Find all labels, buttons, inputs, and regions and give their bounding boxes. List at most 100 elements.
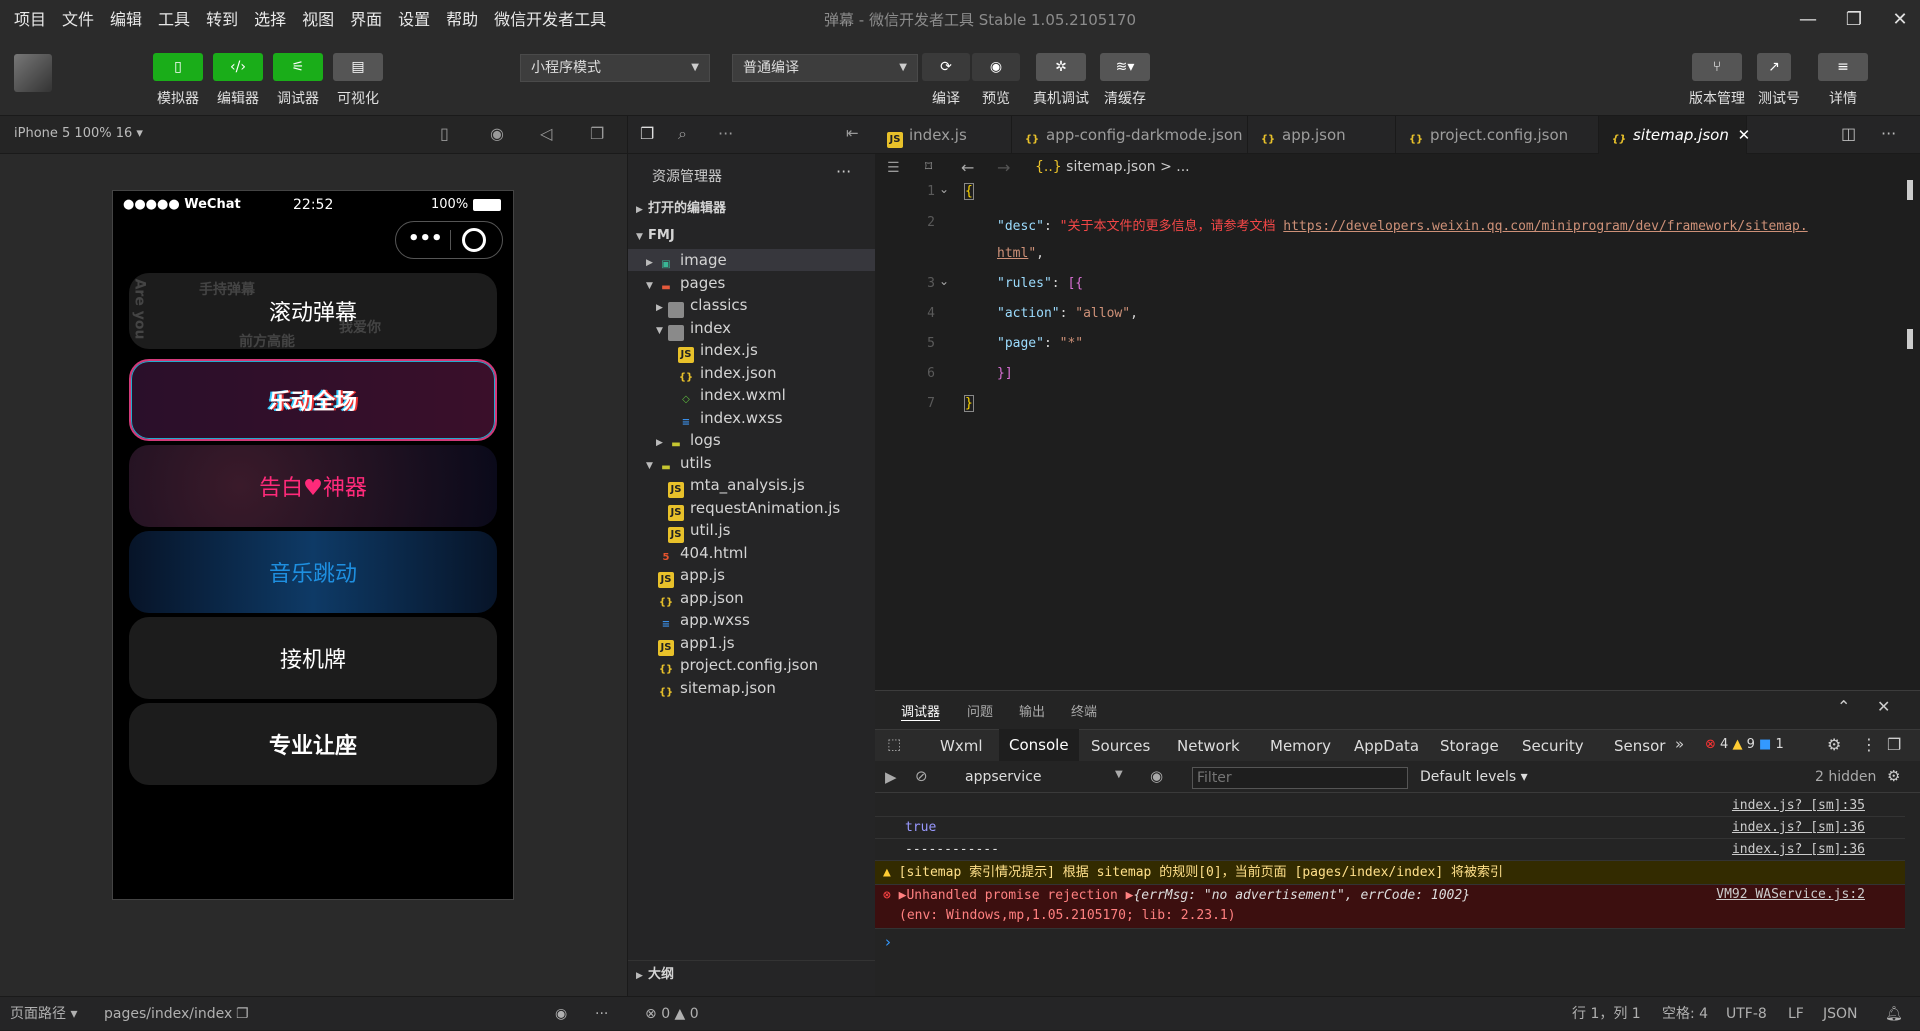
split-editor-icon[interactable]: ◫ (1841, 124, 1856, 143)
tab-terminal[interactable]: 终端 (1071, 701, 1097, 720)
card-pickup-sign[interactable]: 接机牌 (129, 617, 497, 699)
tab-app-json[interactable]: {} app.json (1248, 116, 1396, 154)
more-icon[interactable]: ••• (408, 228, 443, 249)
outline-section[interactable]: ▶ 大纲 (628, 960, 876, 987)
more-panels-icon[interactable]: » (1675, 735, 1684, 753)
simulator-toggle-button[interactable]: ▯ (153, 53, 203, 81)
compile-button[interactable]: ⟳ (922, 53, 970, 81)
close-icon[interactable]: ✕ (1877, 697, 1890, 716)
project-section[interactable]: ▼ FMJ (628, 222, 876, 249)
card-scroll-danmaku[interactable]: 手持弹幕 我爱你 前方高能 Are you 滚动弹幕 (129, 273, 497, 349)
panel-sources[interactable]: Sources (1081, 731, 1160, 761)
tree-item[interactable]: JS util.js (628, 519, 876, 543)
visual-toggle-button[interactable]: ▤ (333, 53, 383, 81)
tree-item[interactable]: ▶ ▬ classics (628, 294, 876, 318)
panel-appdata[interactable]: AppData (1344, 731, 1429, 761)
more-icon[interactable]: ··· (718, 124, 733, 143)
close-tab-icon[interactable]: ✕ (1738, 126, 1751, 144)
console-filter-input[interactable] (1192, 767, 1408, 789)
panel-storage[interactable]: Storage (1430, 731, 1509, 761)
tree-item[interactable]: ▼ ▬ utils (628, 452, 876, 474)
collapse-panel-icon[interactable]: ⇤ (846, 124, 859, 142)
editor-toggle-button[interactable]: ‹/› (213, 53, 263, 81)
context-select[interactable]: appservice (965, 769, 1042, 785)
tree-item[interactable]: {} project.config.json (628, 654, 876, 676)
console-settings-icon[interactable]: ⚙ (1887, 767, 1900, 785)
problems-indicator[interactable]: ⊗ 0 ▲ 0 (645, 997, 699, 1031)
menu-item[interactable]: 编辑 (102, 0, 150, 40)
tree-item[interactable]: ▼ ▬ index (628, 317, 876, 341)
tree-item[interactable]: ◇ index.wxml (628, 384, 876, 406)
card-music-beat[interactable]: 音乐跳动 (129, 531, 497, 613)
copy-icon[interactable]: ❐ (236, 997, 249, 1031)
debugger-toggle-button[interactable]: ⚟ (273, 53, 323, 81)
sidebar-toggle-icon[interactable]: ▶ (885, 768, 897, 786)
tab-project-config[interactable]: {} project.config.json (1396, 116, 1599, 154)
language-mode[interactable]: JSON (1823, 997, 1858, 1031)
clear-console-icon[interactable]: ⊘ (915, 767, 928, 785)
compile-select[interactable]: 普通编译 ▼ (732, 54, 918, 82)
cursor-position[interactable]: 行 1，列 1 (1572, 997, 1641, 1031)
phone-icon[interactable]: ▯ (440, 124, 449, 143)
tab-output[interactable]: 输出 (1019, 701, 1045, 720)
eye-icon[interactable]: ◉ (555, 997, 567, 1031)
bell-icon[interactable]: 🔔︎ (1885, 997, 1903, 1031)
back-arrow-icon[interactable]: ← (961, 158, 974, 177)
menu-item[interactable]: 界面 (342, 0, 390, 40)
code-editor[interactable]: ☰ ⌑ ← → {..} sitemap.json > ... 1 2 3 4 … (875, 154, 1920, 690)
tab-debugger[interactable]: 调试器 (901, 701, 941, 721)
tab-sitemap-json[interactable]: {} sitemap.json ✕ (1599, 116, 1750, 154)
list-icon[interactable]: ☰ (887, 160, 900, 176)
tab-index-js[interactable]: JS index.js (875, 116, 1012, 154)
tree-item[interactable]: {} index.json (628, 362, 876, 384)
test-account-button[interactable]: ↗ (1757, 53, 1791, 81)
maximize-icon[interactable]: ❐ (1831, 0, 1877, 40)
panel-console[interactable]: Console (999, 729, 1079, 761)
mode-select[interactable]: 小程序模式 ▼ (520, 54, 710, 82)
panel-sensor[interactable]: Sensor (1604, 731, 1675, 761)
breadcrumb[interactable]: {..} sitemap.json > ... (1035, 159, 1190, 175)
close-miniprogram-icon[interactable] (462, 228, 486, 252)
more-icon[interactable]: ··· (595, 997, 608, 1031)
card-music-party[interactable]: 乐动全场 (129, 359, 497, 441)
chevron-up-icon[interactable]: ⌃ (1837, 697, 1850, 716)
eol[interactable]: LF (1788, 997, 1804, 1031)
clear-cache-button[interactable]: ≋▾ (1100, 53, 1150, 81)
fold-icon[interactable]: ⌄ (939, 274, 949, 288)
windows-icon[interactable]: ❐ (590, 124, 604, 143)
menu-item[interactable]: 微信开发者工具 (486, 0, 614, 40)
tab-issues[interactable]: 问题 (967, 701, 993, 720)
details-button[interactable]: ≡ (1818, 53, 1868, 81)
tree-item[interactable]: 5 404.html (628, 542, 876, 564)
card-confession[interactable]: 告白♥神器 (129, 445, 497, 527)
page-path-label[interactable]: 页面路径 ▾ (10, 997, 77, 1031)
explorer-more-icon[interactable]: ··· (836, 162, 851, 181)
device-select[interactable]: iPhone 5 100% 16 ▾ (14, 126, 143, 141)
menu-item[interactable]: 工具 (150, 0, 198, 40)
forward-arrow-icon[interactable]: → (997, 158, 1010, 177)
issue-counts[interactable]: ⊗ 4 ▲ 9 ■ 1 (1705, 737, 1784, 752)
menu-item[interactable]: 视图 (294, 0, 342, 40)
panel-wxml[interactable]: Wxml (930, 731, 993, 761)
levels-select[interactable]: Default levels ▾ (1420, 769, 1528, 785)
menu-item[interactable]: 转到 (198, 0, 246, 40)
eye-icon[interactable]: ◉ (1150, 767, 1163, 785)
menu-item[interactable]: 项目 (6, 0, 54, 40)
minimize-icon[interactable]: — (1785, 0, 1831, 40)
version-manage-button[interactable]: ⑂ (1692, 53, 1742, 81)
menu-item[interactable]: 选择 (246, 0, 294, 40)
tree-item[interactable]: ▶ ▬ logs (628, 429, 876, 451)
panel-security[interactable]: Security (1512, 731, 1594, 761)
tree-item[interactable]: ▼ ▬ pages (628, 272, 876, 294)
bookmark-icon[interactable]: ⌑ (925, 159, 932, 175)
menu-item[interactable]: 设置 (390, 0, 438, 40)
scrollbar-thumb[interactable] (1907, 180, 1913, 200)
encoding[interactable]: UTF-8 (1726, 997, 1767, 1031)
volume-icon[interactable]: ◁ (540, 124, 552, 143)
card-give-seat[interactable]: 专业让座 (129, 703, 497, 785)
tree-item[interactable]: JS index.js (628, 339, 876, 363)
files-icon[interactable]: ❐ (640, 124, 654, 143)
menu-item[interactable]: 文件 (54, 0, 102, 40)
tree-item[interactable]: JS requestAnimation.js (628, 497, 876, 521)
search-icon[interactable]: ⌕ (678, 124, 687, 144)
